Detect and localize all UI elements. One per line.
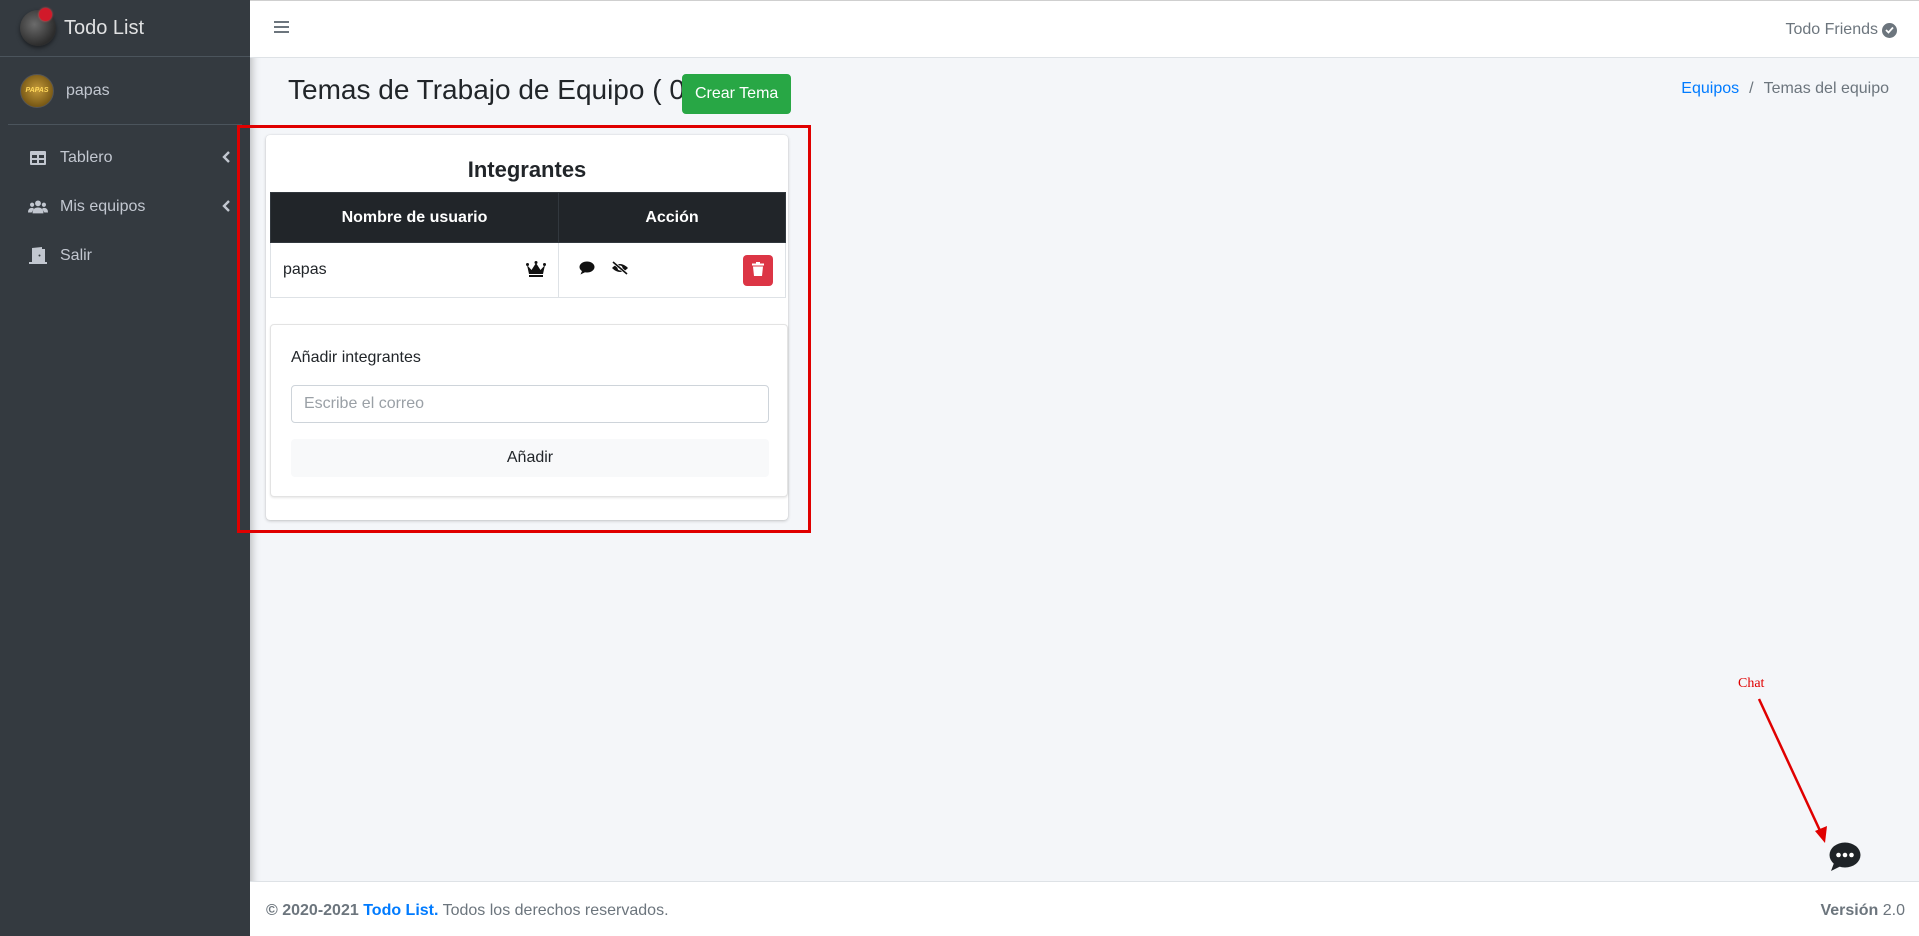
chat-annotation-label: Chat xyxy=(1738,676,1765,691)
breadcrumb: Equipos / Temas del equipo xyxy=(1681,80,1889,98)
todo-friends-link[interactable]: Todo Friends xyxy=(1785,21,1897,39)
user-panel[interactable]: PAPAS papas xyxy=(8,57,242,125)
table-icon xyxy=(28,149,48,167)
avatar-text: PAPAS xyxy=(25,87,49,94)
footer-copyright: © 2020-2021 xyxy=(266,902,359,919)
check-circle-icon xyxy=(1882,22,1897,38)
user-name: papas xyxy=(66,81,110,99)
sidebar-nav: Tablero Mis equipos Salir xyxy=(0,125,250,280)
sidebar-item-tablero[interactable]: Tablero xyxy=(0,133,250,182)
users-icon xyxy=(28,198,48,216)
create-topic-button[interactable]: Crear Tema xyxy=(682,74,792,114)
breadcrumb-separator: / xyxy=(1749,80,1754,97)
top-navbar: Todo Friends xyxy=(250,0,1919,58)
sidebar-item-label: Salir xyxy=(60,246,93,264)
chat-icon[interactable] xyxy=(1829,842,1861,872)
footer-version-number: 2.0 xyxy=(1882,902,1905,919)
brand-link[interactable]: Todo List xyxy=(0,0,250,57)
chevron-left-icon xyxy=(222,199,230,217)
breadcrumb-link-equipos[interactable]: Equipos xyxy=(1681,80,1739,98)
brand-name: Todo List xyxy=(64,16,145,39)
annotation-arrow xyxy=(1757,698,1827,843)
footer-brand-link[interactable]: Todo List. xyxy=(363,902,438,919)
breadcrumb-current: Temas del equipo xyxy=(1763,80,1889,97)
page-title: Temas de Trabajo de Equipo ( 0 ) xyxy=(288,74,703,105)
sidebar-item-salir[interactable]: Salir xyxy=(0,231,250,280)
footer: © 2020-2021 Todo List. Todos los derecho… xyxy=(250,881,1919,936)
avatar: PAPAS xyxy=(20,73,54,108)
sidebar: Todo List PAPAS papas Tablero Mis equipo… xyxy=(0,0,250,936)
footer-rights: Todos los derechos reservados. xyxy=(442,902,669,919)
footer-version-label: Versión xyxy=(1820,902,1879,919)
menu-toggle-icon[interactable] xyxy=(274,21,289,35)
sidebar-item-mis-equipos[interactable]: Mis equipos xyxy=(0,182,250,231)
door-open-icon xyxy=(28,247,48,265)
chevron-left-icon xyxy=(222,150,230,168)
highlight-annotation-box xyxy=(237,125,811,533)
brand-logo xyxy=(20,8,56,46)
sidebar-item-label: Tablero xyxy=(60,148,113,166)
sidebar-item-label: Mis equipos xyxy=(60,197,146,215)
todo-friends-label: Todo Friends xyxy=(1785,21,1879,38)
